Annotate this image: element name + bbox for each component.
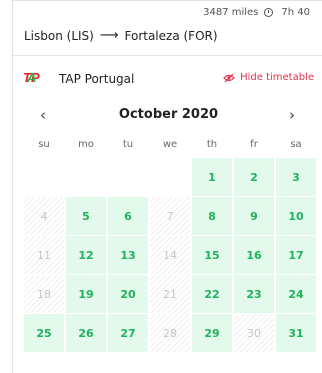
day-cell-available[interactable]: 8 (192, 197, 232, 235)
day-cell-available[interactable]: 2 (234, 158, 274, 196)
empty-day-cell (66, 158, 106, 196)
svg-text:A: A (26, 70, 36, 85)
distance-text: 3487 miles (203, 7, 259, 18)
day-cell-available[interactable]: 10 (276, 197, 316, 235)
route: Lisbon (LIS) ⟶ Fortaleza (FOR) (24, 28, 218, 43)
weekday-label: su (38, 139, 50, 150)
duration-text: 7h 40 (281, 7, 310, 18)
weekday-header: su mo tu we th fr sa (24, 139, 318, 150)
divider (13, 55, 322, 56)
day-cell-available[interactable]: 25 (24, 314, 64, 352)
empty-day-cell (150, 158, 190, 196)
chevron-right-icon[interactable]: › (282, 105, 302, 125)
weekday-label: sa (290, 139, 302, 150)
empty-day-cell (108, 158, 148, 196)
destination-airport: Fortaleza (FOR) (124, 28, 218, 43)
day-cell-unavailable: 18 (24, 275, 64, 313)
hide-timetable-button[interactable]: Hide timetable (223, 72, 314, 83)
month-title: October 2020 (118, 107, 219, 122)
day-cell-available[interactable]: 26 (66, 314, 106, 352)
day-cell-unavailable: 28 (150, 314, 190, 352)
flight-meta: 3487 miles 7h 40 (13, 1, 322, 25)
day-cell-available[interactable]: 13 (108, 236, 148, 274)
day-cell-available[interactable]: 22 (192, 275, 232, 313)
weekday-label: tu (122, 139, 134, 150)
day-cell-available[interactable]: 19 (66, 275, 106, 313)
day-cell-unavailable: 7 (150, 197, 190, 235)
day-cell-available[interactable]: 29 (192, 314, 232, 352)
clock-icon (264, 8, 274, 17)
day-cell-available[interactable]: 3 (276, 158, 316, 196)
day-cell-available[interactable]: 12 (66, 236, 106, 274)
day-cell-available[interactable]: 17 (276, 236, 316, 274)
empty-day-cell (24, 158, 64, 196)
day-cell-available[interactable]: 27 (108, 314, 148, 352)
day-cell-unavailable: 11 (24, 236, 64, 274)
month-navigation: ‹ October 2020 › (13, 101, 322, 129)
timetable-card: 3487 miles 7h 40 Lisbon (LIS) ⟶ Fortalez… (12, 0, 322, 373)
weekday-label: we (162, 139, 178, 150)
weekday-label: fr (250, 139, 258, 150)
day-cell-available[interactable]: 1 (192, 158, 232, 196)
calendar-grid: 1 2 3 4 5 6 7 8 9 10 11 12 13 14 15 16 17 18 19 20 21 22 23 24 2… (24, 158, 318, 352)
day-cell-unavailable: 30 (234, 314, 274, 352)
eye-off-icon (223, 73, 235, 82)
day-cell-available[interactable]: 31 (276, 314, 316, 352)
day-cell-available[interactable]: 5 (66, 197, 106, 235)
hide-timetable-label: Hide timetable (240, 72, 314, 83)
weekday-label: mo (78, 139, 94, 150)
day-cell-available[interactable]: 15 (192, 236, 232, 274)
day-cell-available[interactable]: 9 (234, 197, 274, 235)
day-cell-available[interactable]: 6 (108, 197, 148, 235)
arrow-right-icon: ⟶ (99, 28, 119, 43)
day-cell-available[interactable]: 20 (108, 275, 148, 313)
origin-airport: Lisbon (LIS) (24, 28, 94, 43)
airline-row: TP A TAP Portugal Hide timetable (13, 63, 322, 93)
day-cell-available[interactable]: 16 (234, 236, 274, 274)
day-cell-unavailable: 14 (150, 236, 190, 274)
airline-name: TAP Portugal (59, 72, 135, 86)
flight-stats: 3487 miles 7h 40 (203, 7, 310, 18)
day-cell-available[interactable]: 23 (234, 275, 274, 313)
day-cell-unavailable: 4 (24, 197, 64, 235)
day-cell-unavailable: 21 (150, 275, 190, 313)
weekday-label: th (206, 139, 218, 150)
tap-logo: TP A (23, 70, 40, 85)
day-cell-available[interactable]: 24 (276, 275, 316, 313)
